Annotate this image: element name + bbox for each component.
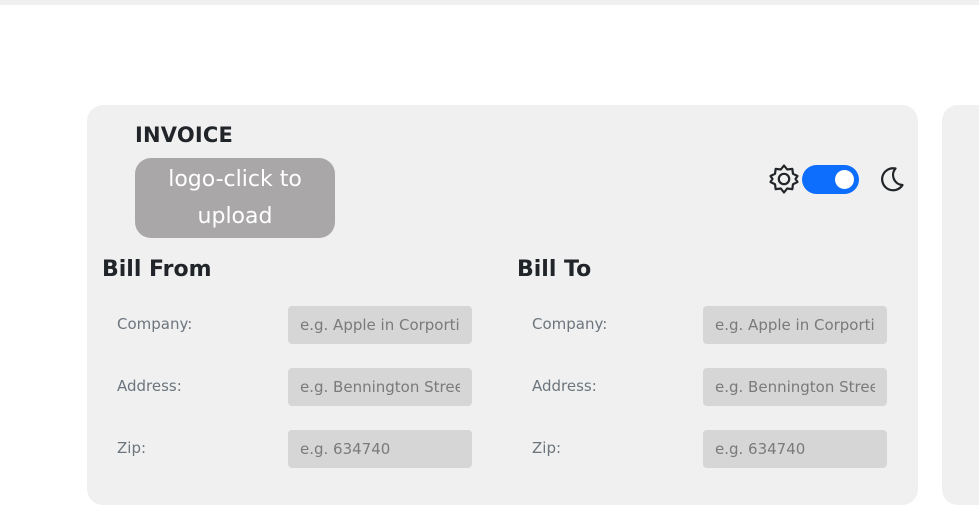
- bill-from-title: Bill From: [102, 257, 212, 282]
- bill-from-zip-label: Zip:: [117, 439, 147, 457]
- bill-from-section: Bill From Company: Address: Zip:: [102, 255, 502, 468]
- toggle-knob: [835, 169, 854, 189]
- bill-from-address-input[interactable]: [288, 368, 472, 406]
- logo-upload-button[interactable]: logo-click to upload: [135, 158, 335, 238]
- bill-to-address-input[interactable]: [703, 368, 887, 406]
- bill-to-zip-input[interactable]: [703, 430, 887, 468]
- bill-from-zip-input[interactable]: [288, 430, 472, 468]
- theme-toggle[interactable]: [802, 164, 859, 194]
- bill-to-address-label: Address:: [532, 377, 597, 395]
- bill-to-company-row: Company:: [517, 306, 917, 344]
- logo-upload-label: logo-click to upload: [168, 167, 302, 229]
- bill-to-address-row: Address:: [517, 368, 917, 406]
- bill-to-company-label: Company:: [532, 315, 608, 333]
- bill-from-company-input[interactable]: [288, 306, 472, 344]
- invoice-card: INVOICE logo-click to upload Bill From C…: [87, 105, 918, 505]
- bill-to-company-input[interactable]: [703, 306, 887, 344]
- bill-from-company-label: Company:: [117, 315, 193, 333]
- bill-from-address-label: Address:: [117, 377, 182, 395]
- bill-to-zip-label: Zip:: [532, 439, 562, 457]
- bill-from-address-row: Address:: [102, 368, 502, 406]
- bill-from-zip-row: Zip:: [102, 430, 502, 468]
- theme-switcher: [768, 164, 906, 194]
- bill-from-company-row: Company:: [102, 306, 502, 344]
- adjacent-card: [942, 105, 979, 505]
- top-strip: [0, 0, 979, 5]
- bill-to-zip-row: Zip:: [517, 430, 917, 468]
- bill-to-title: Bill To: [517, 257, 592, 282]
- bill-to-section: Bill To Company: Address: Zip:: [517, 255, 917, 468]
- moon-icon: [881, 167, 904, 192]
- gear-sun-icon: [769, 164, 799, 194]
- invoice-title: INVOICE: [135, 123, 234, 147]
